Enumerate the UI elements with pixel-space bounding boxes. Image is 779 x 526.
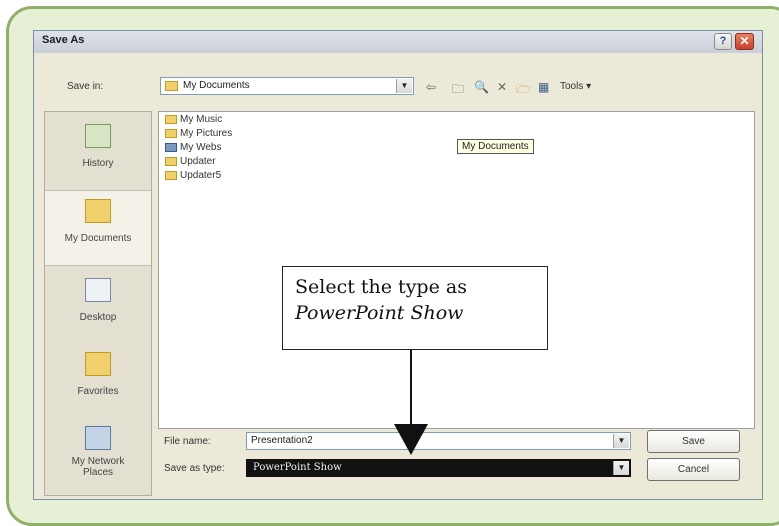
arrow-down-icon xyxy=(394,424,428,455)
callout-arrow xyxy=(394,350,428,455)
